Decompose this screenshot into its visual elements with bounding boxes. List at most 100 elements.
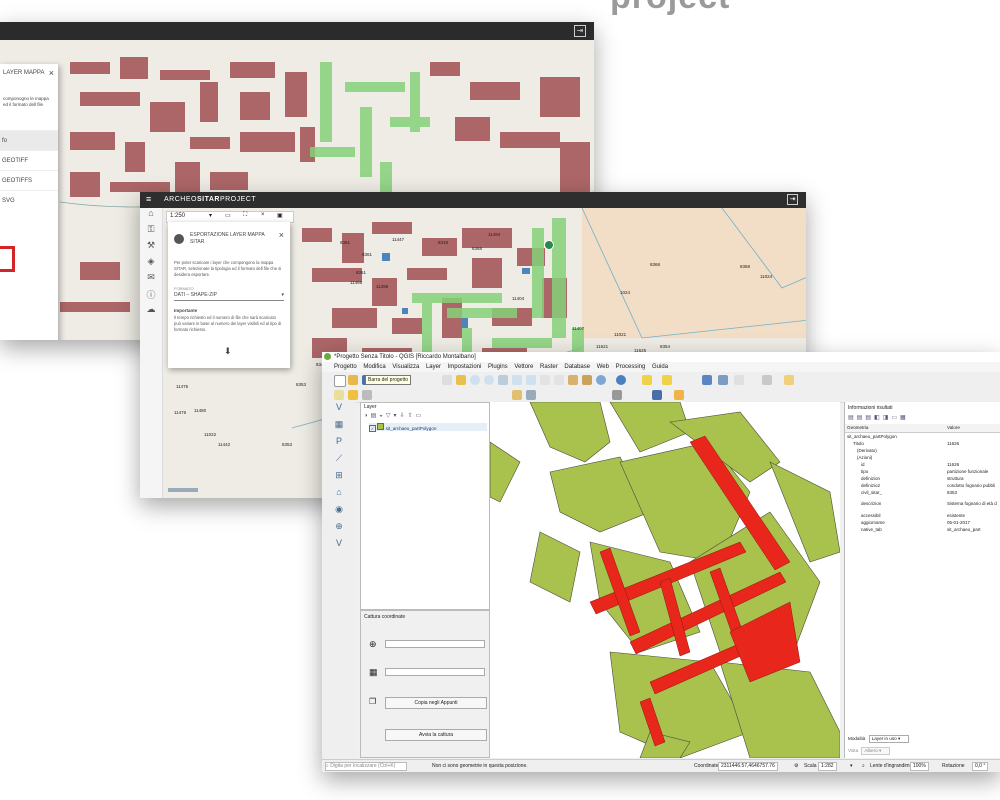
- select-features-icon[interactable]: [642, 375, 652, 385]
- coordinate-field-2[interactable]: [385, 668, 485, 676]
- edit-pencil-icon[interactable]: [334, 390, 344, 400]
- result-row[interactable]: aggiorname 05-01-2017: [847, 519, 997, 526]
- grid-crs-icon[interactable]: ▦: [369, 667, 378, 678]
- zoom-layer-icon[interactable]: [512, 375, 522, 385]
- add-spatialite-icon[interactable]: ⟋: [322, 453, 356, 470]
- coordinate-field[interactable]: 2311446.57,4646757.76: [718, 762, 778, 771]
- menu-progetto[interactable]: Progetto: [334, 364, 357, 370]
- new-project-icon[interactable]: [334, 375, 346, 387]
- result-row[interactable]: id 11626: [847, 461, 997, 468]
- menu-modifica[interactable]: Modifica: [363, 364, 385, 370]
- measure-icon[interactable]: [762, 375, 772, 385]
- toggle-editing-icon[interactable]: [348, 390, 358, 400]
- show-bookmarks-icon[interactable]: [582, 375, 592, 385]
- pan-to-selection-icon[interactable]: [456, 375, 466, 385]
- map-tips-icon[interactable]: [674, 390, 684, 400]
- deselect-icon[interactable]: [662, 375, 672, 385]
- view-label: Vista: [848, 748, 859, 753]
- menu-layer[interactable]: Layer: [426, 364, 441, 370]
- refresh-icon[interactable]: [596, 375, 606, 385]
- new-bookmark-icon[interactable]: [568, 375, 578, 385]
- highlight-marker: [0, 246, 15, 272]
- result-row[interactable]: sit_archaeo_partPolygon: [847, 433, 997, 440]
- visibility-checkbox[interactable]: ✓: [369, 425, 376, 432]
- add-delimited-icon[interactable]: V: [322, 538, 356, 555]
- format-option-3[interactable]: GEOTIFFS: [0, 170, 58, 190]
- menu-vettore[interactable]: Vettore: [514, 364, 533, 370]
- add-postgis-icon[interactable]: P: [322, 436, 356, 453]
- view-select[interactable]: Albero ▾: [861, 747, 891, 755]
- result-row[interactable]: civil_sitar_ 8353: [847, 489, 997, 496]
- format-option-4[interactable]: SVG: [0, 190, 58, 210]
- header-feature: Geometria: [847, 425, 869, 430]
- copy-button[interactable]: Copia negli Appunti: [385, 697, 487, 709]
- result-row[interactable]: tipo partizione funzionale: [847, 468, 997, 475]
- location-pin-icon[interactable]: [544, 240, 554, 250]
- identify-results-panel: Informazioni risultati ▤▤▤◧◨▭▦ Geometria…: [844, 402, 1000, 758]
- python-icon[interactable]: [652, 390, 662, 400]
- attribute-table-icon[interactable]: [702, 375, 712, 385]
- magnifier-field[interactable]: 100%: [910, 762, 929, 771]
- coordinate-field-1[interactable]: [385, 640, 485, 648]
- menu-guida[interactable]: Guida: [652, 364, 668, 370]
- pan-icon[interactable]: [442, 375, 452, 385]
- zoom-last-icon[interactable]: [540, 375, 550, 385]
- result-row[interactable]: definizio2 condotto fognario pubbli: [847, 482, 997, 489]
- menu-web[interactable]: Web: [597, 364, 609, 370]
- field-calculator-icon[interactable]: [718, 375, 728, 385]
- add-raster-icon[interactable]: ▦: [322, 419, 356, 436]
- open-project-icon[interactable]: [348, 375, 358, 385]
- mode-label: Modalità: [848, 736, 866, 741]
- add-vector-icon[interactable]: V: [322, 402, 356, 419]
- label-icon[interactable]: [612, 390, 622, 400]
- layer-row[interactable]: ✓ sit_archaeo_partPolygon: [369, 423, 487, 432]
- annotation-icon[interactable]: [784, 375, 794, 385]
- map-label: 11442: [218, 442, 231, 447]
- coordinate-label: Coordinate: [694, 763, 719, 769]
- mode-select[interactable]: Layer in uso ▾: [868, 735, 910, 743]
- zoom-full-icon[interactable]: [498, 375, 508, 385]
- result-row[interactable]: descrizion Sistema fognario di età d: [847, 500, 997, 507]
- add-mssql-icon[interactable]: ⊞: [322, 470, 356, 487]
- result-key: descrizion: [861, 501, 882, 506]
- view-row: Vista Albero ▾: [848, 747, 891, 755]
- result-row[interactable]: (Azioni): [847, 454, 997, 461]
- digitize-icon[interactable]: [512, 390, 522, 400]
- result-row[interactable]: native_tab sit_archaeo_part: [847, 526, 997, 533]
- crosshair-icon[interactable]: ⊕: [369, 639, 377, 650]
- close-icon[interactable]: ×: [49, 68, 54, 78]
- menu-plugins[interactable]: Plugins: [488, 364, 508, 370]
- add-wfs-icon[interactable]: ⊕: [322, 521, 356, 538]
- rotation-field[interactable]: 0,0 °: [972, 762, 989, 771]
- locator-input[interactable]: ⌕ Digita per localizzare (Ctrl+K): [325, 762, 407, 771]
- result-key: id: [861, 462, 865, 467]
- crs-lock-icon[interactable]: ⚙: [794, 760, 798, 772]
- menu-visualizza[interactable]: Visualizza: [392, 364, 419, 370]
- vertex-tool-icon[interactable]: [526, 390, 536, 400]
- result-row[interactable]: accessibil esistente: [847, 512, 997, 519]
- result-value: 11626: [947, 441, 960, 446]
- zoom-in-icon[interactable]: [470, 375, 480, 385]
- map-label: 11021: [614, 332, 627, 337]
- statistics-icon[interactable]: [734, 375, 744, 385]
- zoom-selection-icon[interactable]: [526, 375, 536, 385]
- scale-field[interactable]: 1:282: [818, 762, 837, 771]
- lock-scale-icon[interactable]: ▾: [850, 760, 853, 772]
- add-wcs-icon[interactable]: ◉: [322, 504, 356, 521]
- menu-database[interactable]: Database: [564, 364, 590, 370]
- zoom-out-icon[interactable]: [484, 375, 494, 385]
- menu-raster[interactable]: Raster: [540, 364, 558, 370]
- add-wms-icon[interactable]: ⌂: [322, 487, 356, 504]
- result-row[interactable]: (Derivato): [847, 447, 997, 454]
- zoom-next-icon[interactable]: [554, 375, 564, 385]
- start-capture-button[interactable]: Avvia la cattura: [385, 729, 487, 741]
- format-option-1[interactable]: fo: [0, 130, 58, 150]
- menu-impostazioni[interactable]: Impostazioni: [448, 364, 482, 370]
- menu-processing[interactable]: Processing: [616, 364, 646, 370]
- save-edits-icon[interactable]: [362, 390, 372, 400]
- result-row[interactable]: definizion struttura: [847, 475, 997, 482]
- identify-icon[interactable]: [616, 375, 626, 385]
- format-option-2[interactable]: GEOTIFF: [0, 150, 58, 170]
- map-canvas[interactable]: [490, 402, 840, 758]
- result-row[interactable]: Titolo 11626: [847, 440, 1000, 447]
